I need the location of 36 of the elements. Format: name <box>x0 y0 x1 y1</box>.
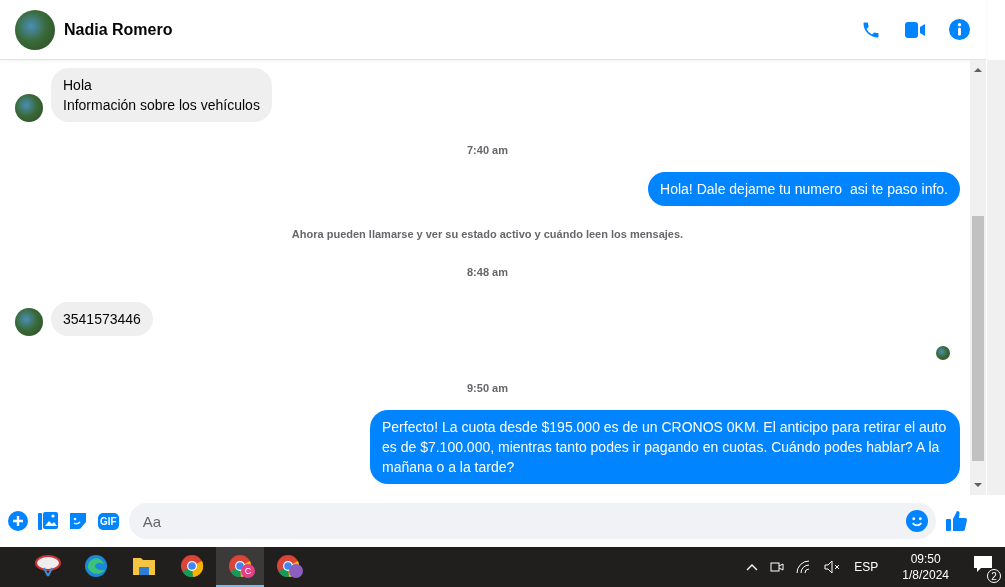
avatar <box>15 94 43 122</box>
scrollbar-thumb[interactable] <box>972 216 984 461</box>
plus-icon[interactable] <box>8 511 28 531</box>
avatar <box>15 308 43 336</box>
profile-badge: C <box>241 564 255 578</box>
sticker-icon[interactable] <box>68 511 88 531</box>
gif-button[interactable]: GIF <box>98 512 119 530</box>
language-indicator[interactable]: ESP <box>854 560 879 574</box>
message-bubble: 3541573446 <box>51 302 153 336</box>
avatar <box>15 9 55 50</box>
timestamp: 8:48 am <box>466 265 509 280</box>
info-icon[interactable] <box>949 19 970 40</box>
timestamp: 7:40 am <box>466 143 509 158</box>
camera-icon[interactable] <box>770 560 785 574</box>
timestamp: 9:50 am <box>466 381 509 396</box>
message-field[interactable]: Aa <box>128 503 936 539</box>
browser-icon <box>180 554 204 578</box>
video-camera-icon[interactable] <box>905 20 925 39</box>
scrollbar[interactable] <box>970 60 986 495</box>
system-notice: Ahora pueden llamarse y ver su estado activo y cuándo leen los mensajes. <box>290 227 685 242</box>
taskbar-app[interactable]: C <box>216 547 264 587</box>
folder-icon <box>132 555 156 577</box>
message-input[interactable]: Aa <box>140 511 906 531</box>
message-bubble: Hola Información sobre los vehículos <box>51 68 272 122</box>
scroll-down-icon[interactable] <box>974 481 982 489</box>
message-bubble: Hola! Dale dejame tu numero asi te paso info. <box>648 172 960 206</box>
seen-avatar <box>936 346 950 360</box>
emoji-icon[interactable] <box>906 510 928 532</box>
image-icon[interactable] <box>38 511 58 531</box>
chevron-up-icon[interactable] <box>746 563 759 571</box>
message-bubble: Perfecto! La cuota desde $195.000 es de un CRONOS 0KM. El anticipo para retirar el auto es de $7.100.000, mientras tanto podes ir pagando en cuotas. Cuándo podes hablar? A la mañana o a la tarde? <box>370 410 960 484</box>
browser-icon <box>84 554 108 578</box>
thumbs-up-icon[interactable] <box>946 510 968 532</box>
contact-name: Nadia Romero <box>64 20 174 39</box>
clock[interactable]: 09:50 1/8/2024 <box>890 551 961 583</box>
scroll-up-icon[interactable] <box>974 66 982 74</box>
